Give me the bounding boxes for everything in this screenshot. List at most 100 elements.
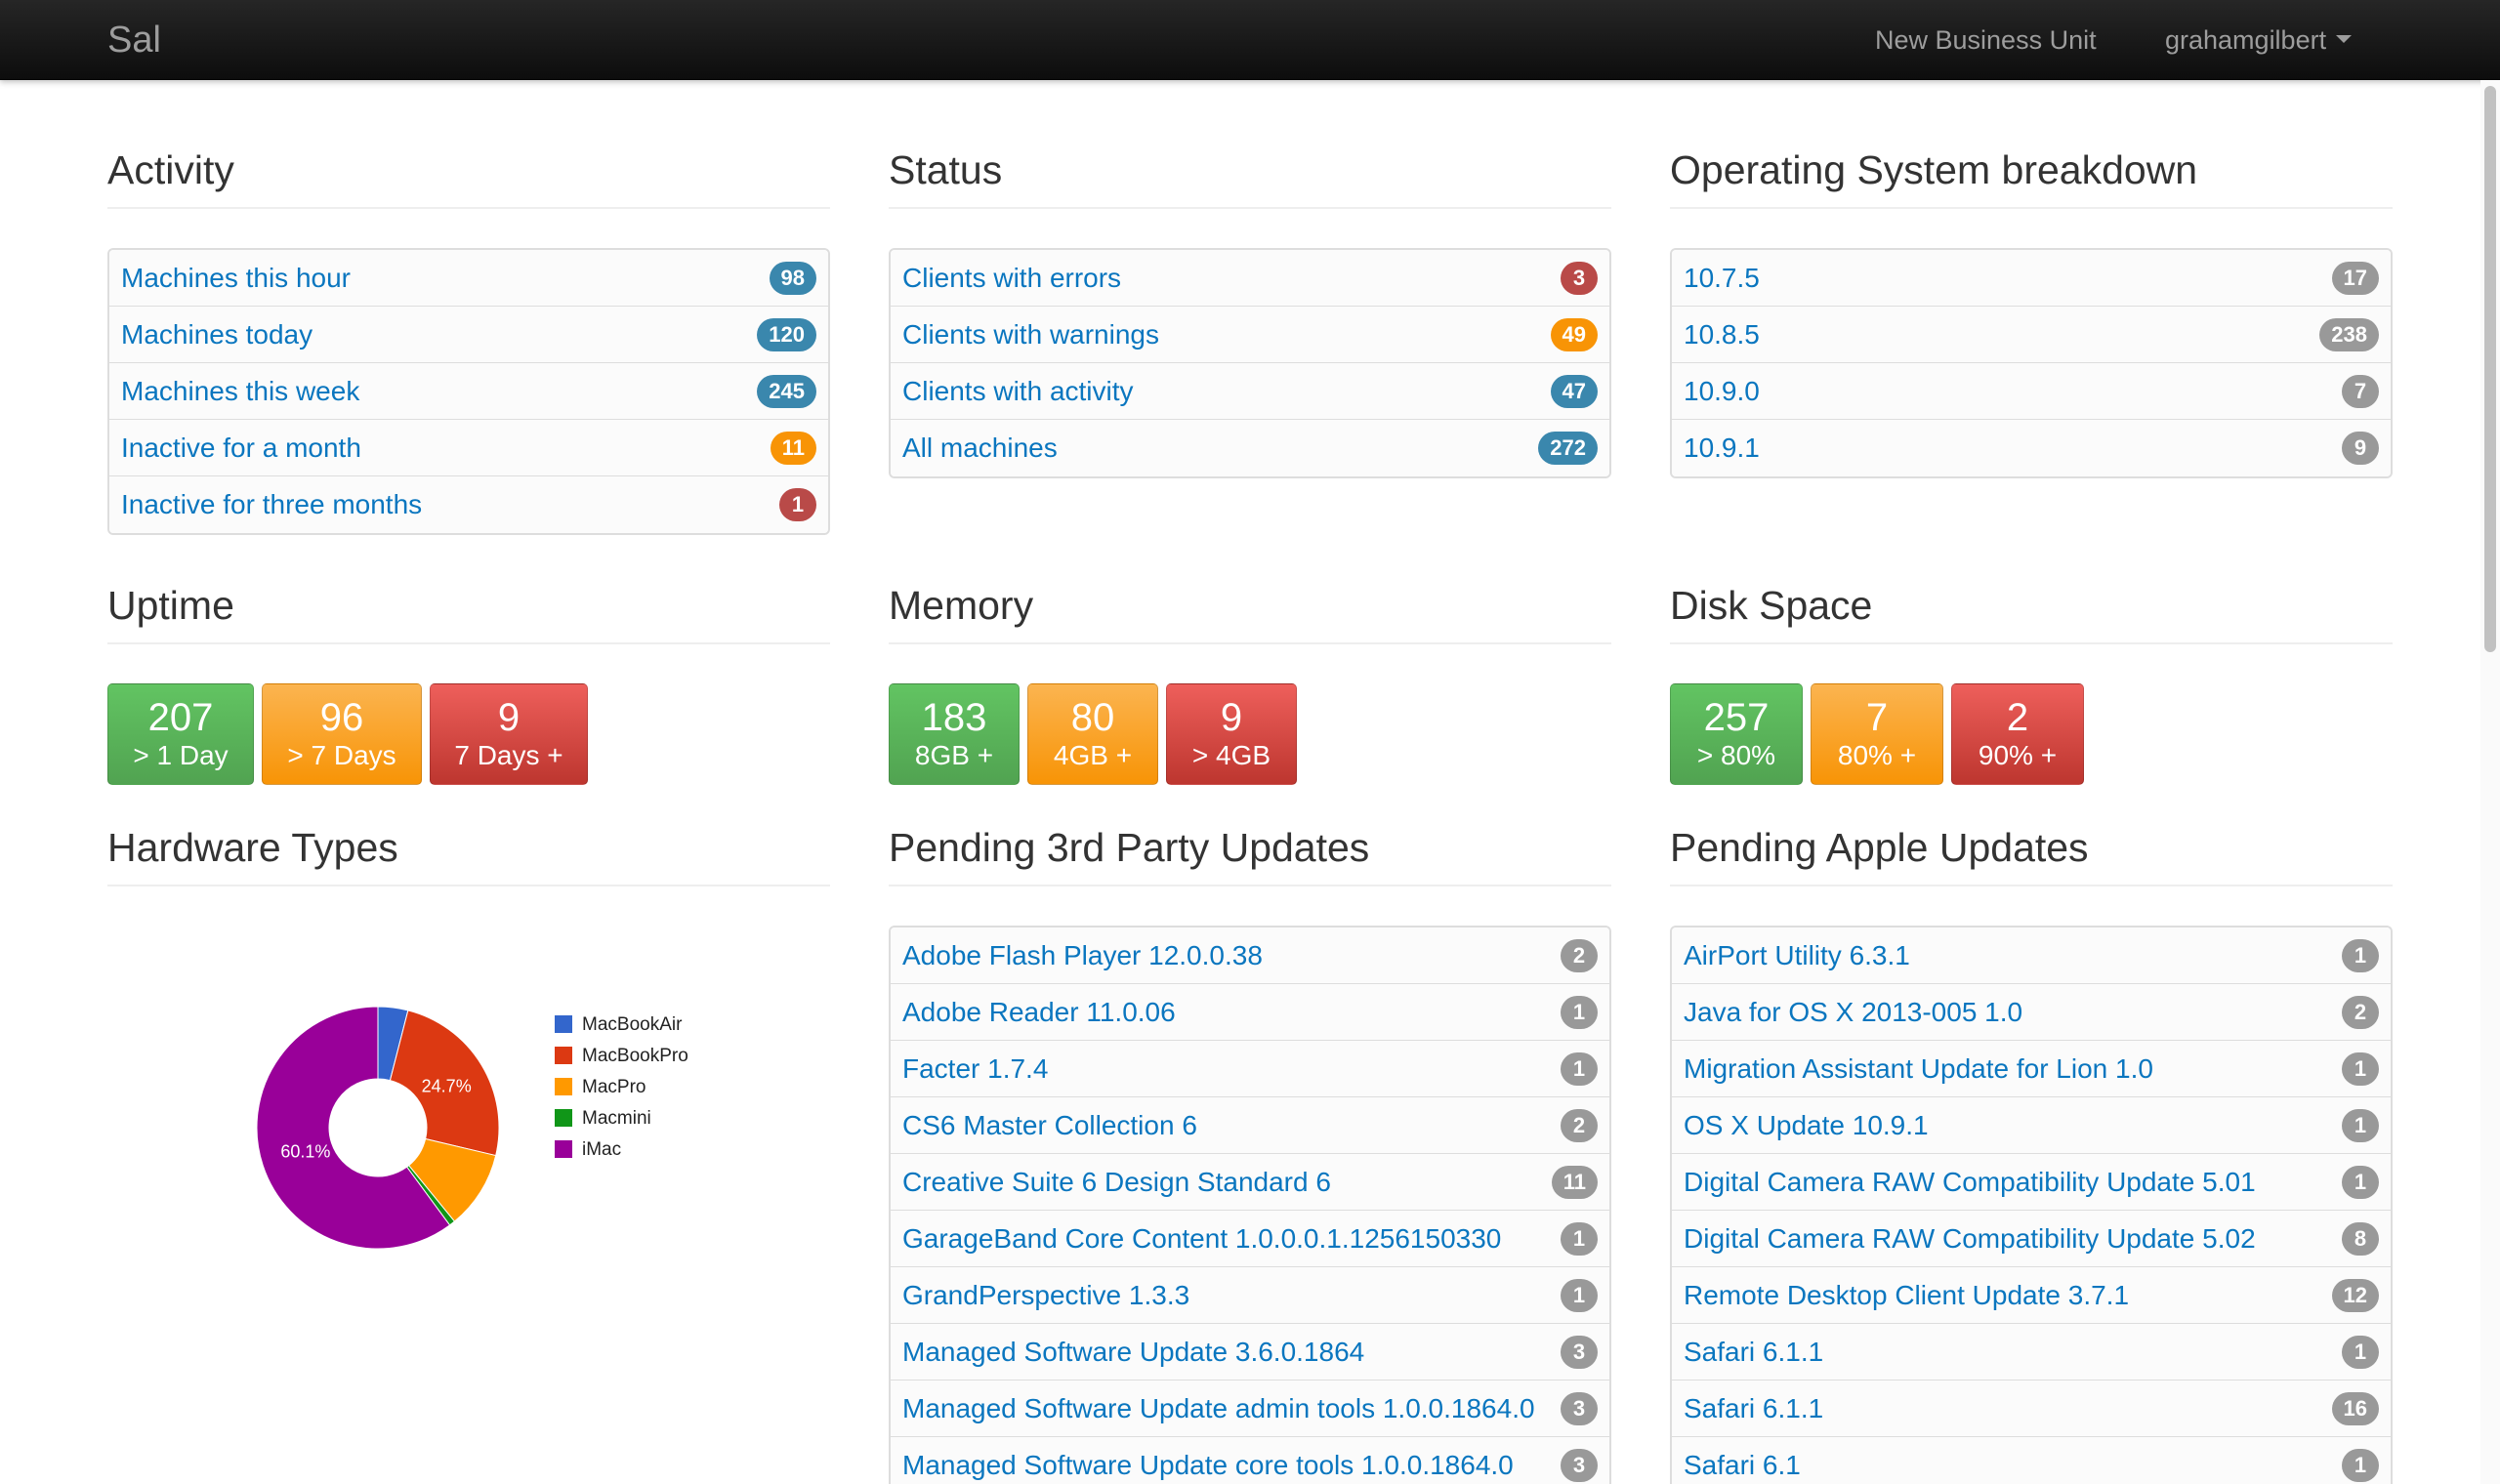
apple-update-item-label[interactable]: Migration Assistant Update for Lion 1.0 bbox=[1684, 1053, 2153, 1085]
activity-item[interactable]: Inactive for three months 1 bbox=[109, 476, 828, 533]
activity-item[interactable]: Inactive for a month 11 bbox=[109, 420, 828, 476]
tile-label: 80% + bbox=[1837, 740, 1917, 770]
count-badge: 11 bbox=[770, 431, 816, 465]
third-party-title: Pending 3rd Party Updates bbox=[889, 822, 1611, 886]
third-party-update-item-label[interactable]: GrandPerspective 1.3.3 bbox=[902, 1280, 1189, 1311]
third-party-update-item[interactable]: GrandPerspective 1.3.3 1 bbox=[891, 1267, 1609, 1324]
os-version-item-label[interactable]: 10.8.5 bbox=[1684, 319, 1760, 350]
apple-update-item[interactable]: OS X Update 10.9.1 1 bbox=[1672, 1097, 2391, 1154]
third-party-update-item[interactable]: Managed Software Update core tools 1.0.0… bbox=[891, 1437, 1609, 1484]
count-badge: 7 bbox=[2342, 374, 2379, 408]
activity-item-label[interactable]: Inactive for a month bbox=[121, 433, 361, 464]
page-scrollbar[interactable] bbox=[2480, 80, 2500, 1484]
status-item[interactable]: Clients with warnings 49 bbox=[891, 307, 1609, 363]
status-item[interactable]: Clients with activity 47 bbox=[891, 363, 1609, 420]
brand-logo[interactable]: Sal bbox=[107, 18, 161, 62]
apple-update-item-label[interactable]: Remote Desktop Client Update 3.7.1 bbox=[1684, 1280, 2129, 1311]
third-party-update-item-label[interactable]: Managed Software Update 3.6.0.1864 bbox=[902, 1337, 1364, 1368]
apple-update-item[interactable]: Migration Assistant Update for Lion 1.0 1 bbox=[1672, 1041, 2391, 1097]
activity-item-label[interactable]: Machines this week bbox=[121, 376, 359, 407]
third-party-update-item[interactable]: Creative Suite 6 Design Standard 6 11 bbox=[891, 1154, 1609, 1211]
disk-tile-red[interactable]: 2 90% + bbox=[1951, 683, 2084, 785]
os-title: Operating System breakdown bbox=[1670, 144, 2393, 209]
third-party-update-item-label[interactable]: Adobe Flash Player 12.0.0.38 bbox=[902, 940, 1263, 971]
activity-list: Machines this hour 98 Machines today 120 Mac… bbox=[107, 248, 830, 535]
apple-update-item[interactable]: AirPort Utility 6.3.1 1 bbox=[1672, 928, 2391, 984]
uptime-tile-red[interactable]: 97 Days + bbox=[430, 683, 588, 785]
third-party-update-item-label[interactable]: Creative Suite 6 Design Standard 6 bbox=[902, 1167, 1331, 1198]
status-item[interactable]: Clients with errors 3 bbox=[891, 250, 1609, 307]
memory-tile-green[interactable]: 183 8GB + bbox=[889, 683, 1020, 785]
os-version-item[interactable]: 10.9.0 7 bbox=[1672, 363, 2391, 420]
memory-tile-red[interactable]: 9 > 4GB bbox=[1166, 683, 1297, 785]
third-party-update-item[interactable]: Managed Software Update 3.6.0.1864 3 bbox=[891, 1324, 1609, 1381]
os-version-item[interactable]: 10.9.1 9 bbox=[1672, 420, 2391, 476]
third-party-update-item-label[interactable]: GarageBand Core Content 1.0.0.0.1.125615… bbox=[902, 1223, 1501, 1255]
activity-item-label[interactable]: Machines today bbox=[121, 319, 312, 350]
apple-update-item[interactable]: Safari 6.1.1 16 bbox=[1672, 1381, 2391, 1437]
count-badge: 1 bbox=[1561, 995, 1598, 1029]
disk-tile-orange[interactable]: 7 80% + bbox=[1811, 683, 1943, 785]
os-version-item-label[interactable]: 10.7.5 bbox=[1684, 263, 1760, 294]
status-item-label[interactable]: Clients with warnings bbox=[902, 319, 1159, 350]
count-badge: 47 bbox=[1550, 374, 1598, 408]
uptime-title: Uptime bbox=[107, 580, 830, 644]
status-item-label[interactable]: Clients with activity bbox=[902, 376, 1134, 407]
third-party-update-item[interactable]: CS6 Master Collection 6 2 bbox=[891, 1097, 1609, 1154]
third-party-update-item[interactable]: Facter 1.7.4 1 bbox=[891, 1041, 1609, 1097]
memory-title: Memory bbox=[889, 580, 1611, 644]
apple-update-item[interactable]: Java for OS X 2013-005 1.0 2 bbox=[1672, 984, 2391, 1041]
legend-label: Macmini bbox=[582, 1108, 651, 1129]
third-party-update-item-label[interactable]: Adobe Reader 11.0.06 bbox=[902, 997, 1176, 1028]
count-badge: 3 bbox=[1561, 1335, 1598, 1369]
os-version-item[interactable]: 10.8.5 238 bbox=[1672, 307, 2391, 363]
scrollbar-thumb[interactable] bbox=[2484, 86, 2496, 652]
apple-update-item-label[interactable]: Java for OS X 2013-005 1.0 bbox=[1684, 997, 2022, 1028]
apple-update-item-label[interactable]: OS X Update 10.9.1 bbox=[1684, 1110, 1929, 1141]
tile-value: 9 bbox=[1220, 696, 1243, 739]
third-party-update-item-label[interactable]: Managed Software Update admin tools 1.0.… bbox=[902, 1393, 1535, 1424]
third-party-update-item[interactable]: Managed Software Update admin tools 1.0.… bbox=[891, 1381, 1609, 1437]
tile-label: 4GB + bbox=[1053, 740, 1133, 770]
uptime-tile-orange[interactable]: 96 > 7 Days bbox=[262, 683, 422, 785]
third-party-update-item[interactable]: Adobe Flash Player 12.0.0.38 2 bbox=[891, 928, 1609, 984]
os-version-item-label[interactable]: 10.9.1 bbox=[1684, 433, 1760, 464]
apple-update-item-label[interactable]: Safari 6.1.1 bbox=[1684, 1393, 1823, 1424]
third-party-update-item-label[interactable]: Managed Software Update core tools 1.0.0… bbox=[902, 1450, 1514, 1481]
os-version-item-label[interactable]: 10.9.0 bbox=[1684, 376, 1760, 407]
activity-item[interactable]: Machines this week 245 bbox=[109, 363, 828, 420]
third-party-update-item-label[interactable]: Facter 1.7.4 bbox=[902, 1053, 1048, 1085]
activity-item[interactable]: Machines this hour 98 bbox=[109, 250, 828, 307]
status-item-label[interactable]: Clients with errors bbox=[902, 263, 1121, 294]
os-version-item[interactable]: 10.7.5 17 bbox=[1672, 250, 2391, 307]
third-party-update-item[interactable]: GarageBand Core Content 1.0.0.0.1.125615… bbox=[891, 1211, 1609, 1267]
apple-update-item-label[interactable]: Digital Camera RAW Compatibility Update … bbox=[1684, 1167, 2256, 1198]
legend-label: iMac bbox=[582, 1139, 621, 1160]
business-unit-link[interactable]: New Business Unit bbox=[1875, 21, 2097, 59]
top-navbar: Sal New Business Unit grahamgilbert bbox=[0, 0, 2500, 80]
disk-tile-green[interactable]: 257 > 80% bbox=[1670, 683, 1803, 785]
status-item[interactable]: All machines 272 bbox=[891, 420, 1609, 476]
apple-update-item[interactable]: Digital Camera RAW Compatibility Update … bbox=[1672, 1154, 2391, 1211]
chevron-down-icon bbox=[2336, 34, 2353, 43]
memory-tile-orange[interactable]: 80 4GB + bbox=[1027, 683, 1158, 785]
activity-item-label[interactable]: Machines this hour bbox=[121, 263, 351, 294]
third-party-update-item-label[interactable]: CS6 Master Collection 6 bbox=[902, 1110, 1197, 1141]
user-menu[interactable]: grahamgilbert bbox=[2165, 21, 2353, 59]
uptime-tile-green[interactable]: 207 > 1 Day bbox=[107, 683, 254, 785]
apple-update-item-label[interactable]: AirPort Utility 6.3.1 bbox=[1684, 940, 1910, 971]
tile-value: 207 bbox=[147, 696, 214, 739]
status-item-label[interactable]: All machines bbox=[902, 433, 1058, 464]
apple-update-item[interactable]: Remote Desktop Client Update 3.7.1 12 bbox=[1672, 1267, 2391, 1324]
disk-title: Disk Space bbox=[1670, 580, 2393, 644]
activity-item-label[interactable]: Inactive for three months bbox=[121, 489, 422, 520]
activity-item[interactable]: Machines today 120 bbox=[109, 307, 828, 363]
third-party-update-item[interactable]: Adobe Reader 11.0.06 1 bbox=[891, 984, 1609, 1041]
apple-update-item[interactable]: Digital Camera RAW Compatibility Update … bbox=[1672, 1211, 2391, 1267]
apple-update-item[interactable]: Safari 6.1.1 1 bbox=[1672, 1324, 2391, 1381]
apple-update-item-label[interactable]: Digital Camera RAW Compatibility Update … bbox=[1684, 1223, 2256, 1255]
apple-update-item[interactable]: Safari 6.1 1 bbox=[1672, 1437, 2391, 1484]
apple-update-item-label[interactable]: Safari 6.1 bbox=[1684, 1450, 1801, 1481]
apple-update-item-label[interactable]: Safari 6.1.1 bbox=[1684, 1337, 1823, 1368]
user-name: grahamgilbert bbox=[2165, 25, 2327, 55]
